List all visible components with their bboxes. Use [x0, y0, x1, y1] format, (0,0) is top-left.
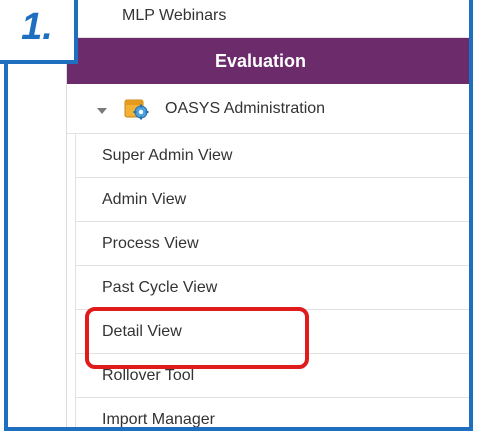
menu-item-past-cycle-view[interactable]: Past Cycle View — [76, 266, 469, 310]
menu-item-label: Admin View — [102, 190, 187, 208]
section-header-label: Evaluation — [215, 50, 307, 71]
menu-item-label: Import Manager — [102, 411, 215, 428]
tree-node-label: OASYS Administration — [165, 99, 326, 117]
menu-item-label: MLP Webinars — [122, 6, 227, 24]
menu-item-mlp-webinars[interactable]: MLP Webinars — [67, 0, 469, 38]
menu-item-detail-view[interactable]: Detail View — [76, 310, 469, 354]
admin-settings-icon — [123, 97, 151, 121]
menu-item-label: Process View — [102, 234, 199, 252]
menu-item-rollover-tool[interactable]: Rollover Tool — [76, 354, 469, 398]
menu-item-import-manager[interactable]: Import Manager — [76, 398, 469, 428]
step-callout: 1. — [0, 0, 78, 64]
menu-item-admin-view[interactable]: Admin View — [76, 178, 469, 222]
menu-item-label: Super Admin View — [102, 146, 233, 164]
menu-item-process-view[interactable]: Process View — [76, 222, 469, 266]
menu-item-super-admin-view[interactable]: Super Admin View — [76, 134, 469, 178]
tree-node-oasys-administration[interactable]: OASYS Administration — [67, 84, 469, 134]
annotation-frame: MLP Webinars Evaluation OASYS Administra… — [4, 0, 473, 431]
menu-item-label: Past Cycle View — [102, 278, 218, 296]
navigation-panel: MLP Webinars Evaluation OASYS Administra… — [66, 0, 469, 428]
expand-triangle-icon[interactable] — [97, 107, 107, 114]
section-header-evaluation[interactable]: Evaluation — [67, 38, 469, 84]
menu-item-label: Rollover Tool — [102, 366, 195, 384]
menu-item-label: Detail View — [102, 322, 182, 340]
tree-children: Super Admin View Admin View Process View… — [75, 134, 469, 428]
step-number: 1. — [21, 5, 53, 48]
